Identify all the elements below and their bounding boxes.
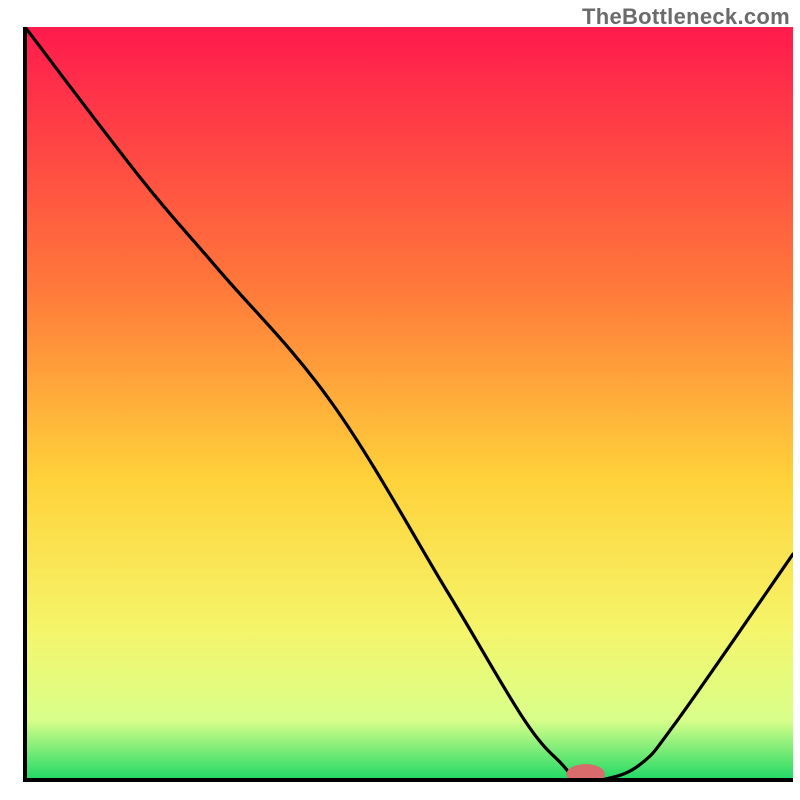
watermark-text: TheBottleneck.com bbox=[582, 4, 790, 30]
chart-frame: TheBottleneck.com bbox=[0, 0, 800, 800]
gradient-background bbox=[25, 27, 793, 780]
chart-svg bbox=[0, 0, 800, 800]
